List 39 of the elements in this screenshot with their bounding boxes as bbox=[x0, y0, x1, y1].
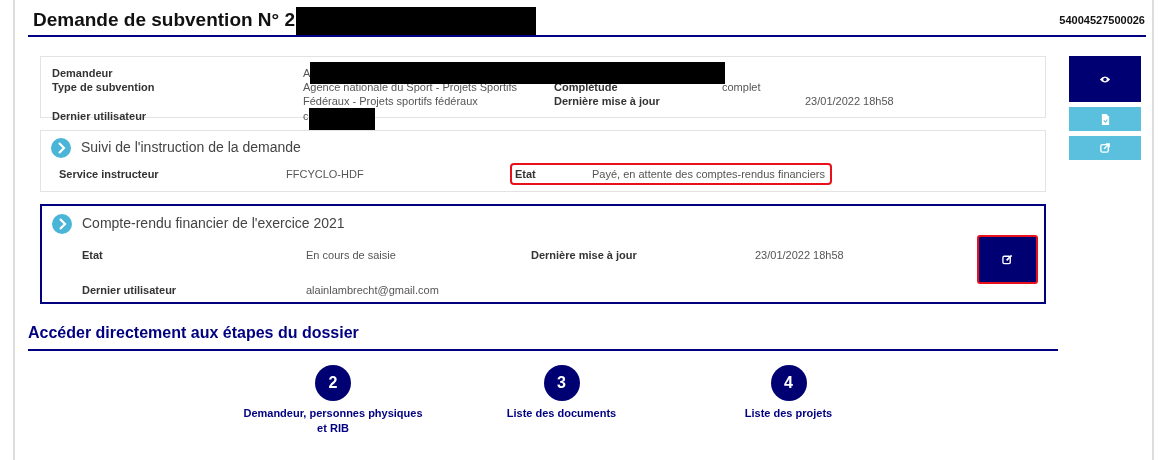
section-title: Suivi de l'instruction de la demande bbox=[81, 138, 301, 157]
step-link[interactable]: Liste des projets bbox=[693, 406, 884, 421]
field-value: FFCYCLO-HDF bbox=[286, 166, 365, 182]
field-label: Dernière mise à jour bbox=[531, 248, 638, 263]
field-value: Payé, en attente des comptes-rendus financiers bbox=[592, 166, 826, 182]
eye-icon bbox=[1099, 74, 1111, 84]
field-label: Dernière mise à jour bbox=[554, 94, 661, 108]
edit-button[interactable] bbox=[977, 235, 1038, 284]
section-heading: Accéder directement aux étapes du dossier bbox=[28, 324, 359, 341]
step-number[interactable]: 2 bbox=[315, 365, 351, 401]
section-title: Compte-rendu financier de l'exercice 2021 bbox=[82, 214, 345, 233]
step-link[interactable]: Demandeur, personnes physiques et RIB bbox=[238, 406, 428, 436]
chevron-icon bbox=[52, 213, 72, 234]
field-value: complet bbox=[722, 80, 761, 95]
document-button[interactable] bbox=[1069, 107, 1141, 131]
field-label: Etat bbox=[82, 248, 104, 263]
field-value: 23/01/2022 18h58 bbox=[755, 248, 844, 263]
field-label: Dernier utilisateur bbox=[52, 109, 148, 124]
field-label: Etat bbox=[515, 166, 537, 182]
field-value: 23/01/2022 18h58 bbox=[805, 94, 894, 108]
export-icon bbox=[1100, 143, 1110, 153]
field-value: alainlambrecht@gmail.com bbox=[306, 282, 440, 298]
step-number[interactable]: 3 bbox=[543, 365, 580, 401]
document-icon bbox=[1100, 113, 1110, 125]
step-number[interactable]: 4 bbox=[770, 365, 807, 401]
field-label: Type de subvention bbox=[52, 80, 156, 95]
reference-number: 54004527500026 bbox=[1059, 13, 1146, 29]
field-value: A bbox=[303, 66, 311, 80]
export-button[interactable] bbox=[1069, 136, 1141, 160]
field-label: Service instructeur bbox=[59, 166, 160, 182]
field-label: Complétude bbox=[554, 80, 619, 94]
field-value: c bbox=[303, 109, 309, 124]
chevron-icon bbox=[51, 137, 71, 158]
field-value: En cours de saisie bbox=[306, 248, 397, 263]
field-label: Dernier utilisateur bbox=[82, 282, 178, 298]
page-title: Demande de subvention N° 2 bbox=[32, 8, 296, 33]
step-link[interactable]: Liste des documents bbox=[466, 406, 657, 421]
edit-icon bbox=[1002, 254, 1013, 265]
field-label: Demandeur bbox=[52, 66, 114, 80]
